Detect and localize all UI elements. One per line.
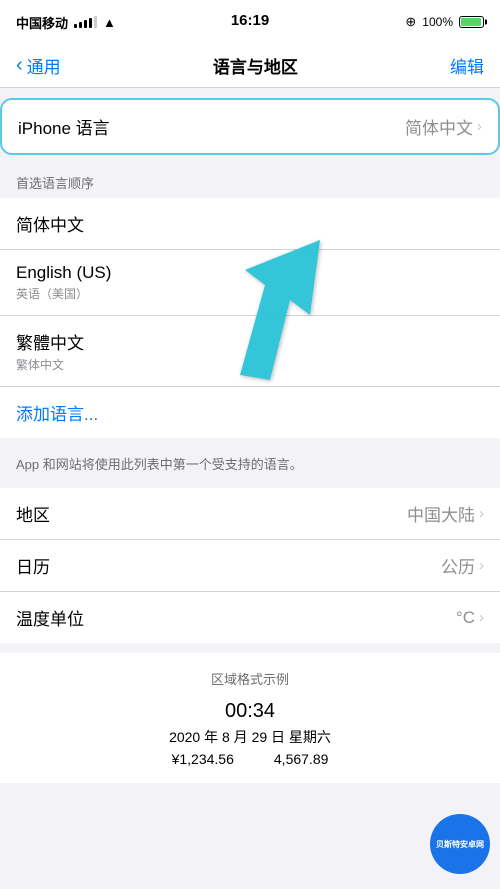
region-value-group: 中国大陆 › — [407, 501, 484, 526]
format-example-time: 00:34 — [16, 700, 484, 723]
format-example-numbers: ¥1,234.56 4,567.89 — [16, 751, 484, 767]
temperature-row[interactable]: 温度单位 °C › — [0, 592, 500, 643]
battery-fill — [461, 18, 481, 26]
temperature-label: 温度单位 — [16, 605, 84, 630]
format-number-2: 4,567.89 — [274, 751, 329, 767]
status-bar: 中国移动 ▲ 16:19 ⊕ 100% — [0, 0, 500, 44]
calendar-row[interactable]: 日历 公历 › — [0, 540, 500, 592]
format-example-section: 区域格式示例 00:34 2020 年 8 月 29 日 星期六 ¥1,234.… — [0, 653, 500, 783]
region-settings-section: 地区 中国大陆 › 日历 公历 › 温度单位 °C › — [0, 488, 500, 643]
preferred-languages-group: 简体中文 English (US) 英语（美国） 繁體中文 繁体中文 添加语言.… — [0, 198, 500, 438]
language-row-1-main: English (US) — [16, 263, 484, 283]
language-description: App 和网站将使用此列表中第一个受支持的语言。 — [0, 448, 500, 488]
edit-button[interactable]: 编辑 — [450, 53, 484, 78]
format-number-1: ¥1,234.56 — [172, 751, 234, 767]
language-row-0-left: 简体中文 — [16, 211, 484, 236]
language-row-2-main: 繁體中文 — [16, 329, 484, 354]
carrier-text: 中国移动 — [16, 13, 68, 32]
language-row-1[interactable]: English (US) 英语（美国） — [0, 250, 500, 316]
add-language-button[interactable]: 添加语言... — [0, 387, 500, 438]
region-row[interactable]: 地区 中国大陆 › — [0, 488, 500, 540]
watermark: 贝斯特安卓网 — [430, 814, 490, 874]
region-label: 地区 — [16, 501, 50, 526]
iphone-language-current: 简体中文 — [405, 114, 473, 139]
temperature-chevron-icon: › — [479, 609, 484, 626]
iphone-language-row[interactable]: iPhone 语言 简体中文 › — [2, 100, 498, 153]
language-row-1-sub: 英语（美国） — [16, 285, 484, 302]
content: iPhone 语言 简体中文 › 首选语言顺序 简体中文 English (US… — [0, 88, 500, 783]
temperature-value-group: °C › — [456, 608, 484, 628]
format-example-date: 2020 年 8 月 29 日 星期六 — [16, 727, 484, 747]
language-row-2-left: 繁體中文 繁体中文 — [16, 329, 484, 373]
back-button[interactable]: ‹ 通用 — [16, 53, 61, 78]
language-row-2[interactable]: 繁體中文 繁体中文 — [0, 316, 500, 387]
language-row-2-sub: 繁体中文 — [16, 356, 484, 373]
iphone-language-label: iPhone 语言 — [18, 114, 110, 139]
back-chevron-icon: ‹ — [16, 54, 23, 77]
iphone-language-value: 简体中文 › — [405, 114, 482, 139]
status-time: 16:19 — [231, 12, 269, 29]
language-row-1-left: English (US) 英语（美国） — [16, 263, 484, 302]
nav-title: 语言与地区 — [213, 53, 298, 78]
iphone-language-chevron-icon: › — [477, 118, 482, 135]
watermark-text: 贝斯特安卓网 — [436, 839, 484, 850]
region-chevron-icon: › — [479, 505, 484, 522]
wifi-icon: ▲ — [103, 15, 116, 30]
calendar-chevron-icon: › — [479, 557, 484, 574]
calendar-value: 公历 — [441, 553, 475, 578]
signal-icon — [74, 16, 97, 28]
status-right: ⊕ 100% — [405, 14, 484, 30]
battery-percent-text: 100% — [422, 15, 453, 29]
iphone-language-section: iPhone 语言 简体中文 › — [0, 98, 500, 155]
charge-icon: ⊕ — [405, 14, 416, 30]
language-row-0-main: 简体中文 — [16, 211, 484, 236]
format-example-title: 区域格式示例 — [16, 669, 484, 688]
region-value: 中国大陆 — [407, 501, 475, 526]
temperature-value: °C — [456, 608, 475, 628]
language-row-0[interactable]: 简体中文 — [0, 198, 500, 250]
battery-icon — [459, 16, 484, 28]
calendar-value-group: 公历 › — [441, 553, 484, 578]
nav-bar: ‹ 通用 语言与地区 编辑 — [0, 44, 500, 88]
calendar-label: 日历 — [16, 553, 50, 578]
preferred-languages-header: 首选语言顺序 — [0, 165, 500, 198]
back-label[interactable]: 通用 — [27, 53, 61, 78]
status-left: 中国移动 ▲ — [16, 13, 116, 32]
